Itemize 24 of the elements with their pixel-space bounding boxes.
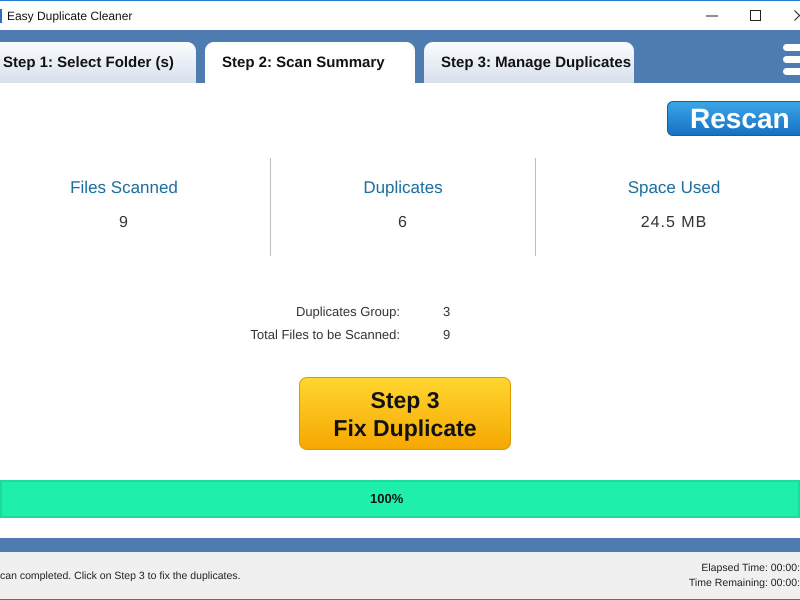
stat-label: Files Scanned bbox=[70, 178, 178, 198]
close-icon[interactable] bbox=[794, 10, 800, 21]
time-label: Time Remaining: 00:00: bbox=[688, 576, 800, 590]
time-label: Elapsed Time: 00:00: bbox=[701, 560, 800, 576]
tab[interactable]: Step 1: Select Folder (s) bbox=[0, 42, 196, 83]
tab[interactable]: Step 2: Scan Summary bbox=[205, 42, 415, 83]
maximize-icon[interactable] bbox=[750, 10, 761, 21]
window-title: Easy Duplicate Cleaner bbox=[7, 8, 132, 22]
rescan-button[interactable]: Rescan bbox=[667, 101, 800, 136]
tab[interactable]: Step 3: Manage Duplicates bbox=[424, 42, 634, 83]
detail-value: 3 bbox=[443, 304, 452, 320]
stat-value: 24.5 MB bbox=[640, 213, 708, 233]
stat-label: Duplicates bbox=[363, 178, 443, 198]
detail-label: Duplicates Group: bbox=[294, 304, 400, 320]
stat-label: Space Used bbox=[628, 178, 720, 198]
detail-label: Total Files to be Scanned: bbox=[249, 327, 400, 343]
detail-value: 9 bbox=[443, 327, 452, 343]
progress-reading: 100% bbox=[370, 491, 404, 506]
stat-value: 6 bbox=[398, 213, 408, 233]
menu-icon[interactable] bbox=[783, 44, 800, 75]
minimize-icon[interactable] bbox=[706, 14, 718, 16]
status-message: can completed. Click on Step 3 to fix the duplicates. bbox=[0, 570, 240, 582]
stat-value: 9 bbox=[119, 213, 129, 233]
fix-duplicate-button[interactable]: Step 3 Fix Duplicate bbox=[299, 377, 511, 450]
